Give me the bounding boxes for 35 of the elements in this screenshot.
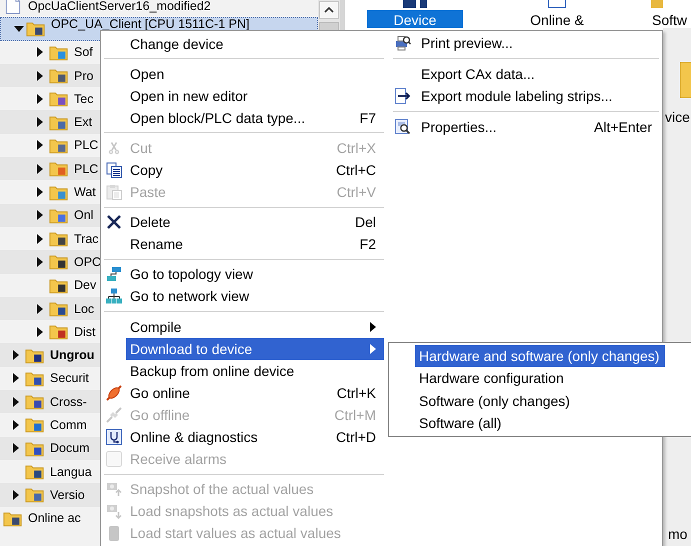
shortcut-label: F7	[358, 110, 376, 126]
tree-label: Versio	[50, 488, 85, 502]
tree-label: Ext	[74, 115, 92, 130]
tree-label: Wat	[74, 185, 96, 200]
text-fragment: mo	[667, 526, 688, 542]
tree-label: Cross-	[50, 394, 87, 409]
tree-label: Online ac	[28, 511, 81, 526]
tree-label: Trac	[74, 232, 99, 246]
text-fragment: vice	[664, 109, 691, 125]
tree-label: Tec	[74, 92, 94, 106]
tree-label: Onl	[74, 208, 94, 222]
tree-label: Loc	[74, 302, 94, 316]
tree-label: PLC	[74, 138, 98, 152]
shortcut-label: Del	[354, 214, 376, 230]
shortcut-label: Ctrl+X	[336, 140, 376, 156]
tree-label: Securit	[50, 371, 89, 386]
tree-label: Sof	[74, 45, 93, 60]
shortcut-label: Ctrl+K	[336, 384, 376, 401]
tree-label: OPC_UA_Client [CPU 1511C-1 PN]	[51, 18, 250, 30]
shortcut-label: Ctrl+D	[334, 429, 376, 446]
shortcut-label: Alt+Enter	[593, 118, 652, 135]
shortcut-label: F2	[358, 236, 376, 252]
tree-label: Comm	[50, 418, 87, 432]
tree-label: Docum	[50, 441, 90, 456]
shortcut-label: Ctrl+V	[336, 184, 376, 200]
tree-label: Langua	[50, 464, 92, 479]
tree-label: OpcUaClientServer16_modified2	[28, 0, 211, 13]
tree-label: Dist	[74, 324, 96, 339]
shortcut-label: Ctrl+C	[334, 162, 376, 178]
shortcut-label: Ctrl+M	[333, 406, 376, 423]
tree-label: Dev	[74, 278, 96, 292]
tree-label: OPC	[74, 254, 102, 269]
tree-label: Ungrou	[50, 348, 94, 362]
tree-label: Pro	[74, 68, 94, 83]
tree-label: PLC	[74, 162, 98, 176]
